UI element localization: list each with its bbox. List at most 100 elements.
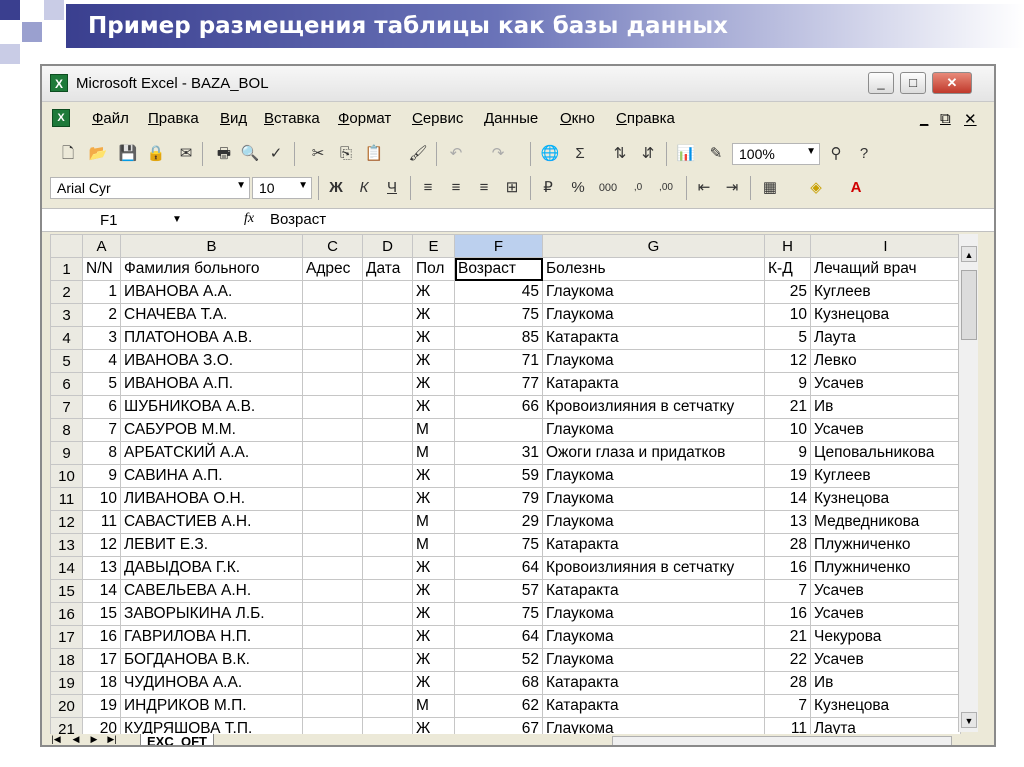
percent-icon[interactable]: % xyxy=(568,178,588,198)
header-cell[interactable]: N/N xyxy=(82,257,121,281)
grid-cell[interactable]: Усачев xyxy=(810,579,961,603)
grid-cell[interactable]: Глаукома xyxy=(542,349,765,373)
grid-cell[interactable]: М xyxy=(412,418,455,442)
header-cell[interactable]: Пол xyxy=(412,257,455,281)
select-all-corner[interactable] xyxy=(50,234,83,258)
grid-cell[interactable]: 15 xyxy=(82,602,121,626)
last-sheet-icon[interactable]: ▶| xyxy=(106,734,118,745)
grid-cell[interactable]: 5 xyxy=(764,326,811,350)
grid-cell[interactable]: 64 xyxy=(454,625,543,649)
grid-cell[interactable]: 59 xyxy=(454,464,543,488)
workbook-icon[interactable]: X xyxy=(52,109,70,127)
grid-cell[interactable]: Ж xyxy=(412,464,455,488)
font-select[interactable]: Arial Cyr ▼ xyxy=(50,177,250,199)
format-painter-icon[interactable]: 🖌 xyxy=(408,144,428,164)
font-color-icon[interactable]: A xyxy=(846,178,866,198)
grid-cell[interactable]: Куглеев xyxy=(810,280,961,304)
chart-wizard-icon[interactable]: 📊 xyxy=(676,144,696,164)
sort-descending-icon[interactable]: ⇵ xyxy=(638,144,658,164)
doc-minimize-button[interactable]: _ xyxy=(920,110,928,127)
grid-cell[interactable]: Кровоизлияния в сетчатку xyxy=(542,556,765,580)
row-header[interactable]: 11 xyxy=(50,487,83,511)
grid-cell[interactable] xyxy=(302,510,363,534)
grid-cell[interactable]: САБУРОВ М.М. xyxy=(120,418,303,442)
grid-cell[interactable] xyxy=(362,625,413,649)
menu-insert[interactable]: Вставка xyxy=(264,110,320,127)
grid-cell[interactable]: Ж xyxy=(412,280,455,304)
header-cell[interactable]: Болезнь xyxy=(542,257,765,281)
grid-cell[interactable]: Катаракта xyxy=(542,579,765,603)
grid-cell[interactable]: ИНДРИКОВ М.П. xyxy=(120,694,303,718)
grid-cell[interactable]: Ж xyxy=(412,395,455,419)
grid-cell[interactable]: АРБАТСКИЙ А.А. xyxy=(120,441,303,465)
grid-cell[interactable]: Медведникова xyxy=(810,510,961,534)
drawing-icon[interactable]: ✎ xyxy=(706,144,726,164)
prev-sheet-icon[interactable]: ◀ xyxy=(70,734,82,745)
grid-cell[interactable] xyxy=(302,533,363,557)
grid-cell[interactable] xyxy=(454,418,543,442)
grid-cell[interactable]: Катаракта xyxy=(542,671,765,695)
scroll-thumb[interactable] xyxy=(961,270,977,340)
zoom-select[interactable]: 100% ▼ xyxy=(732,143,820,165)
grid-cell[interactable]: Лаута xyxy=(810,326,961,350)
grid-cell[interactable] xyxy=(362,648,413,672)
grid-cell[interactable]: ДАВЫДОВА Г.К. xyxy=(120,556,303,580)
grid-cell[interactable]: 57 xyxy=(454,579,543,603)
row-header[interactable]: 12 xyxy=(50,510,83,534)
grid-cell[interactable] xyxy=(362,694,413,718)
grid-cell[interactable]: Ж xyxy=(412,579,455,603)
grid-cell[interactable]: Ж xyxy=(412,326,455,350)
grid-cell[interactable]: Плужниченко xyxy=(810,556,961,580)
copy-icon[interactable]: ⎘ xyxy=(336,144,356,164)
grid-cell[interactable]: 21 xyxy=(764,625,811,649)
grid-cell[interactable]: ИВАНОВА З.О. xyxy=(120,349,303,373)
column-header[interactable]: G xyxy=(542,234,765,258)
horizontal-scrollbar[interactable] xyxy=(612,736,952,745)
grid-cell[interactable]: 29 xyxy=(454,510,543,534)
grid-cell[interactable]: М xyxy=(412,533,455,557)
row-header[interactable]: 4 xyxy=(50,326,83,350)
grid-cell[interactable]: 3 xyxy=(82,326,121,350)
bold-icon[interactable]: Ж xyxy=(326,178,346,198)
grid-cell[interactable]: Ж xyxy=(412,372,455,396)
grid-cell[interactable]: 9 xyxy=(764,441,811,465)
grid-cell[interactable] xyxy=(302,671,363,695)
grid-cell[interactable]: Ж xyxy=(412,349,455,373)
currency-icon[interactable]: ₽ xyxy=(538,178,558,198)
grid-cell[interactable] xyxy=(362,602,413,626)
row-header[interactable]: 3 xyxy=(50,303,83,327)
grid-cell[interactable]: ИВАНОВА А.А. xyxy=(120,280,303,304)
grid-cell[interactable] xyxy=(362,533,413,557)
grid-cell[interactable]: САВЕЛЬЕВА А.Н. xyxy=(120,579,303,603)
align-center-icon[interactable]: ≡ xyxy=(446,178,466,198)
grid-cell[interactable]: 75 xyxy=(454,303,543,327)
spelling-icon[interactable]: ✓ xyxy=(266,144,286,164)
align-right-icon[interactable]: ≡ xyxy=(474,178,494,198)
grid-cell[interactable]: Ж xyxy=(412,648,455,672)
row-header[interactable]: 13 xyxy=(50,533,83,557)
header-cell[interactable]: Дата xyxy=(362,257,413,281)
grid-cell[interactable] xyxy=(362,487,413,511)
grid-cell[interactable] xyxy=(302,280,363,304)
grid-cell[interactable]: М xyxy=(412,441,455,465)
grid-cell[interactable] xyxy=(362,671,413,695)
grid-cell[interactable]: ШУБНИКОВА А.В. xyxy=(120,395,303,419)
menu-help[interactable]: Справка xyxy=(616,110,675,127)
grid-cell[interactable]: 8 xyxy=(82,441,121,465)
grid-cell[interactable]: 75 xyxy=(454,533,543,557)
grid-cell[interactable]: 62 xyxy=(454,694,543,718)
grid-cell[interactable] xyxy=(362,441,413,465)
grid-cell[interactable]: 7 xyxy=(82,418,121,442)
row-header[interactable]: 14 xyxy=(50,556,83,580)
row-header[interactable]: 8 xyxy=(50,418,83,442)
merge-center-icon[interactable]: ⊞ xyxy=(502,178,522,198)
grid-cell[interactable]: ЧУДИНОВА А.А. xyxy=(120,671,303,695)
grid-cell[interactable]: 79 xyxy=(454,487,543,511)
menu-edit[interactable]: Правка xyxy=(148,110,199,127)
menu-file[interactable]: Файл xyxy=(92,110,129,127)
row-header[interactable]: 15 xyxy=(50,579,83,603)
column-header[interactable]: F xyxy=(454,234,543,258)
row-header[interactable]: 1 xyxy=(50,257,83,281)
decrease-decimal-icon[interactable]: ,00 xyxy=(656,178,676,198)
grid-cell[interactable] xyxy=(362,326,413,350)
